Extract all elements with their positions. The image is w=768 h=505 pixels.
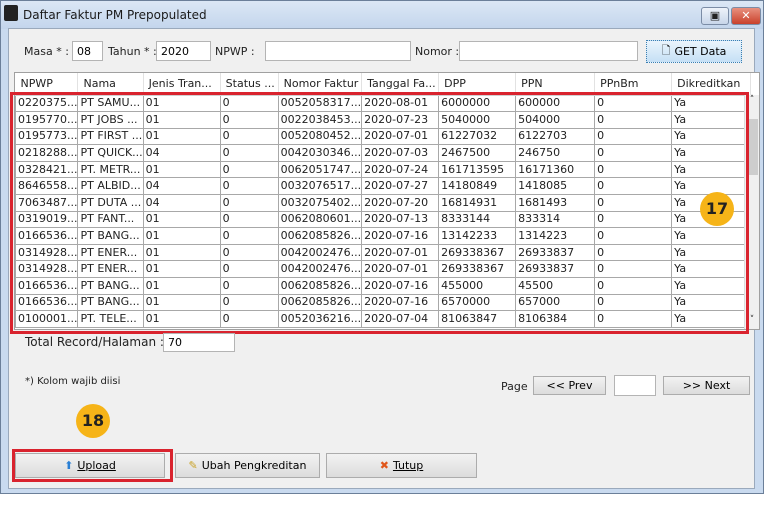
- get-data-button[interactable]: 🗋 GET Data: [646, 40, 742, 63]
- title-bar: Daftar Faktur PM Prepopulated ▣ ✕: [1, 1, 763, 29]
- total-record-input: [163, 333, 235, 352]
- page-label: Page: [501, 380, 528, 393]
- npwp-input[interactable]: [265, 41, 411, 61]
- nomor-input[interactable]: [459, 41, 638, 61]
- masa-label: Masa * :: [24, 45, 69, 58]
- close-icon[interactable]: ✕: [731, 7, 761, 25]
- window-title: Daftar Faktur PM Prepopulated: [23, 8, 207, 22]
- ubah-pengkreditan-button[interactable]: ✎ Ubah Pengkreditan: [175, 453, 320, 478]
- prev-button[interactable]: << Prev: [533, 376, 606, 395]
- required-note: *) Kolom wajib diisi: [25, 376, 121, 387]
- tahun-input[interactable]: [156, 41, 211, 61]
- step-badge-17: 17: [700, 192, 734, 226]
- step-badge-18: 18: [76, 404, 110, 438]
- edit-icon: ✎: [188, 459, 198, 472]
- highlight-box-17: [10, 92, 749, 334]
- get-data-label: GET Data: [674, 45, 727, 58]
- highlight-box-18: [12, 449, 173, 482]
- nomor-label: Nomor :: [415, 45, 460, 58]
- app-icon: [4, 5, 18, 21]
- npwp-label: NPWP :: [215, 45, 255, 58]
- next-button[interactable]: >> Next: [663, 376, 750, 395]
- restore-icon[interactable]: ▣: [701, 7, 729, 25]
- tahun-label: Tahun * :: [108, 45, 157, 58]
- tutup-label: Tutup: [392, 459, 424, 472]
- page-input[interactable]: [614, 375, 656, 396]
- masa-input[interactable]: [72, 41, 103, 61]
- ubah-label: Ubah Pengkreditan: [201, 459, 307, 472]
- total-record-label: Total Record/Halaman :: [25, 335, 164, 349]
- tutup-button[interactable]: ✖ Tutup: [326, 453, 477, 478]
- document-icon: 🗋: [661, 44, 671, 57]
- close-x-icon: ✖: [379, 459, 389, 472]
